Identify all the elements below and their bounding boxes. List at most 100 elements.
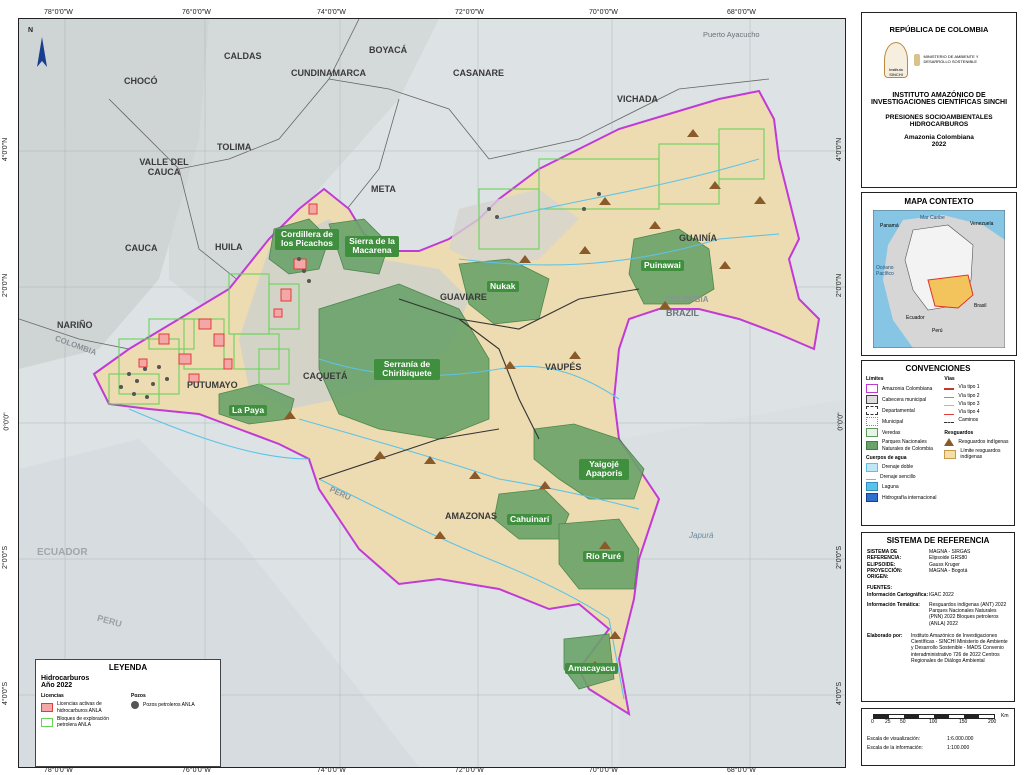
elaborado-value: Instituto Amazónico de Investigaciones C… (911, 632, 1008, 664)
label-valle: VALLE DEL CAUCA (139, 157, 189, 177)
region-name: Amazonia Colombiana (904, 134, 974, 141)
park-label-macarena: Sierra de la Macarena (345, 236, 399, 257)
label-tolima: TOLIMA (217, 142, 252, 152)
sinchi-logo: Instituto SINCHI (884, 42, 908, 78)
via-2-swatch (944, 393, 955, 399)
scale-panel: 0 25 50 100 150 200 Km Escala de visuali… (861, 708, 1015, 766)
via-tipo-1: Vía tipo 1 (958, 384, 980, 391)
legend-subtitle: Hidrocarburos (41, 675, 90, 682)
grid-right-5: 4°0'0"S (835, 682, 843, 705)
label-guaviare: GUAVIARE (440, 292, 487, 302)
limite-amazonia: Amazonia Colombiana (882, 385, 933, 392)
grid-right-4: 2°0'0"S (835, 546, 843, 569)
label-vaupes: VAUPÉS (545, 362, 582, 372)
scale-unit: Km (1001, 713, 1009, 719)
ref-key-origen: ORIGEN: (867, 574, 889, 580)
license-swatch (41, 703, 53, 712)
legend-pozos-title: Pozos (131, 693, 146, 699)
institute-name: INSTITUTO AMAZÓNICO DE INVESTIGACIONES C… (870, 92, 1008, 106)
departamental-swatch (866, 406, 878, 416)
legend-title: LEYENDA (108, 663, 148, 672)
grid-right-1: 4°0'0"N (836, 137, 844, 162)
label-meta: META (371, 184, 396, 194)
map-year: 2022 (931, 141, 947, 148)
laguna-swatch (866, 482, 878, 492)
map-title: PRESIONES SOCIOAMBIENTALES HIDROCARBUROS (885, 114, 993, 128)
grid-bottom-6: 68°0'0"W (727, 767, 756, 774)
via-tipo-2: Vía tipo 2 (958, 392, 980, 399)
label-choco: CHOCÓ (124, 76, 158, 86)
grid-top-6: 68°0'0"W (727, 9, 756, 16)
conventions-panel: CONVENCIONES Límites Amazonia Colombiana… (861, 360, 1015, 526)
park-label-nukak: Nukak (487, 281, 519, 293)
grid-left-5: 4°0'0"S (1, 682, 9, 705)
limite-parques: Parques Nacionales Naturales de Colombia (882, 439, 933, 452)
park-label-la-paya: La Paya (229, 405, 268, 417)
park-label-yaigoje: Yaigojé Apaporis (579, 459, 629, 480)
park-label-puinawai: Puinawai (641, 260, 684, 272)
scale-tick-100: 100 (929, 719, 938, 725)
coat-of-arms-icon (914, 54, 921, 66)
scale-vis-value: 1:6.000.000 (947, 736, 974, 742)
grid-top-5: 70°0'0"W (589, 9, 618, 16)
context-map-title: MAPA CONTEXTO (904, 197, 974, 206)
municipal-swatch (866, 417, 878, 427)
ref-val-origen: MAGNA - Bogotá (929, 567, 968, 574)
park-label-rio-pure: Río Puré (583, 551, 624, 563)
info-carto-value: IGAC 2022 (929, 591, 954, 598)
via-3-swatch (944, 401, 955, 407)
info-carto-key: Información Cartográfica: (867, 591, 929, 598)
grid-bottom-1: 78°0'0"W (44, 767, 73, 774)
drenaje-sencillo-swatch (866, 475, 876, 480)
agua-drenaje-sencillo: Drenaje sencillo (880, 474, 916, 480)
grid-left-1: 4°0'0"N (2, 137, 10, 162)
map-canvas (19, 19, 845, 767)
scale-bar: 0 25 50 100 150 200 Km (867, 712, 1009, 728)
grid-bottom-2: 76°0'0"W (182, 767, 211, 774)
info-tema-key: Información Temática: (867, 601, 920, 608)
grid-top-2: 76°0'0"W (182, 9, 211, 16)
header-panel: REPÚBLICA DE COLOMBIA Instituto SINCHI M… (861, 12, 1017, 188)
vias-title: Vías (944, 376, 955, 382)
conventions-title: CONVENCIONES (905, 364, 971, 373)
legend-bloques: Bloques de exploración petrolera ANLA (57, 715, 109, 728)
label-brazil: BRAZIL (666, 308, 699, 318)
scale-tick-50: 50 (900, 719, 906, 725)
legend-year: Año 2022 (41, 682, 73, 689)
reference-panel: SISTEMA DE REFERENCIA SISTEMA DE REFEREN… (861, 532, 1015, 702)
label-puerto-ayacucho: Puerto Ayacucho (703, 30, 760, 39)
grid-left-4: 2°0'0"S (1, 546, 9, 569)
label-cundinamarca: CUNDINAMARCA (291, 68, 366, 78)
label-cauca: CAUCA (125, 243, 158, 253)
via-caminos: Caminos (958, 417, 979, 424)
context-map-panel: MAPA CONTEXTO Mar Caribe Venezuela Brasi… (861, 192, 1017, 356)
grid-left-2: 2°0'0"N (2, 273, 10, 298)
grid-bottom-5: 70°0'0"W (589, 767, 618, 774)
resguardo-hut-icon (944, 437, 955, 446)
scale-info-label: Escala de la información: (867, 745, 923, 752)
label-vichada: VICHADA (617, 94, 659, 104)
reference-title: SISTEMA DE REFERENCIA (886, 536, 990, 545)
limite-municipal: Municipal (882, 418, 904, 425)
veredas-swatch (866, 428, 878, 438)
ministry-logo: MINISTERIO DE AMBIENTE Y DESARROLLO SOST… (914, 54, 994, 66)
label-japura: Japurá (689, 531, 714, 540)
drenaje-doble-swatch (866, 463, 878, 472)
label-guainia: GUAINÍA (679, 233, 717, 243)
label-narino: NARIÑO (57, 320, 93, 330)
label-caqueta: CAQUETÁ (303, 371, 348, 381)
main-map[interactable]: N CHOCÓ CALDAS BOYACÁ CUNDINAMARCA CASAN… (18, 18, 846, 768)
label-putumayo: PUTUMAYO (187, 380, 238, 390)
cabecera-swatch (866, 395, 878, 405)
caminos-swatch (944, 418, 955, 423)
resguardos-title: Resguardos (944, 429, 974, 436)
label-colombia-east: COLOMBIA (665, 295, 709, 304)
via-4-swatch (944, 410, 955, 415)
label-casanare: CASANARE (453, 68, 505, 78)
agua-drenaje-doble: Drenaje doble (882, 464, 914, 471)
grid-left-3: 0°0'0" (3, 412, 11, 431)
agua-title: Cuerpos de agua (866, 454, 907, 461)
scale-tick-150: 150 (959, 719, 968, 725)
resguardo-limit-swatch (944, 449, 957, 459)
legend-lic-activas: Licencias activas de hidrocarburos ANLA (57, 701, 102, 714)
